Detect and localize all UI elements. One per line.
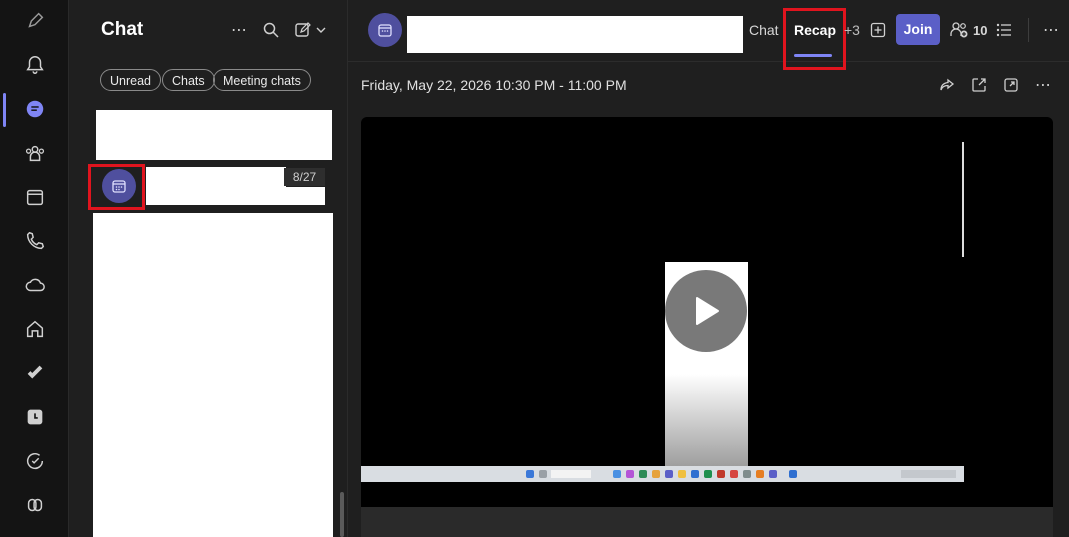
planner-icon[interactable]: [22, 360, 48, 386]
rail-active-indicator: [3, 93, 6, 127]
redacted-meeting-title: [407, 16, 743, 53]
add-tab-icon[interactable]: [868, 20, 888, 40]
meeting-pane: Chat Recap +3 Join 10 ⋯ Friday, May 22, …: [348, 0, 1069, 537]
participants-icon[interactable]: [950, 20, 970, 40]
redacted-chat-item[interactable]: [96, 110, 332, 160]
filter-chats[interactable]: Chats: [162, 69, 215, 91]
taskbar-app: [769, 470, 777, 478]
participant-count[interactable]: 10: [973, 23, 987, 38]
play-icon: [696, 297, 719, 325]
chat-list-scrollbar[interactable]: [340, 492, 344, 537]
clock-icon[interactable]: [22, 404, 48, 430]
taskbar-app: [652, 470, 660, 478]
more-options-icon[interactable]: ⋯: [1041, 20, 1061, 40]
taskbar-app: [613, 470, 621, 478]
play-button[interactable]: [665, 270, 747, 352]
taskbar-app: [678, 470, 686, 478]
approvals-icon[interactable]: [22, 448, 48, 474]
list-icon[interactable]: [994, 20, 1014, 40]
taskbar-app: [626, 470, 634, 478]
popout-icon[interactable]: [1002, 76, 1020, 94]
join-button[interactable]: Join: [896, 14, 940, 45]
meeting-header: Chat Recap +3 Join 10 ⋯: [348, 0, 1069, 70]
compose-icon[interactable]: [22, 8, 48, 34]
taskbar-search: [551, 470, 591, 478]
chat-list-title: Chat: [101, 19, 144, 40]
taskbar-app: [717, 470, 725, 478]
chat-item-date: 8/27: [284, 168, 325, 186]
chat-list-pane: Chat ⋯ Unread Chats Meeting chats 8/27: [69, 0, 348, 537]
taskbar-app: [704, 470, 712, 478]
chat-icon[interactable]: [22, 96, 48, 122]
teams-icon[interactable]: [22, 140, 48, 166]
redacted-chat-list[interactable]: [93, 213, 333, 537]
filter-unread[interactable]: Unread: [100, 69, 161, 91]
app-rail: [0, 0, 69, 537]
search-icon[interactable]: [261, 20, 281, 40]
bell-icon[interactable]: [22, 52, 48, 78]
meeting-datetime: Friday, May 22, 2026 10:30 PM - 11:00 PM: [361, 77, 627, 93]
home-icon[interactable]: [22, 316, 48, 342]
video-frame-line: [962, 142, 964, 257]
video-frame-taskbar: [361, 466, 964, 482]
highlight-recap-box: [783, 8, 846, 70]
taskbar-app: [743, 470, 751, 478]
taskbar-app: [789, 470, 797, 478]
taskbar-tray: [901, 470, 956, 478]
video-footer: [361, 507, 1053, 537]
phone-icon[interactable]: [22, 228, 48, 254]
share-icon[interactable]: [938, 76, 956, 94]
filter-meeting-chats[interactable]: Meeting chats: [213, 69, 311, 91]
meeting-header-avatar: [368, 13, 402, 47]
new-chat-icon[interactable]: [294, 20, 330, 40]
more-actions-icon[interactable]: ⋯: [1034, 76, 1052, 94]
calendar-icon[interactable]: [22, 184, 48, 210]
copilot-icon[interactable]: [22, 492, 48, 518]
highlight-avatar-box: [88, 164, 145, 210]
header-divider: [1028, 18, 1029, 42]
tab-more-count[interactable]: +3: [844, 22, 860, 38]
taskbar-app: [539, 470, 547, 478]
more-options-icon[interactable]: ⋯: [229, 20, 249, 40]
recording-video-player[interactable]: [361, 117, 1053, 507]
redacted-chat-preview: [146, 187, 325, 205]
taskbar-app: [730, 470, 738, 478]
taskbar-app: [526, 470, 534, 478]
taskbar-app: [756, 470, 764, 478]
open-external-icon[interactable]: [970, 76, 988, 94]
taskbar-app: [665, 470, 673, 478]
tab-chat[interactable]: Chat: [749, 22, 779, 38]
cloud-icon[interactable]: [22, 272, 48, 298]
taskbar-app: [691, 470, 699, 478]
redacted-chat-name: [146, 167, 286, 187]
taskbar-app: [639, 470, 647, 478]
